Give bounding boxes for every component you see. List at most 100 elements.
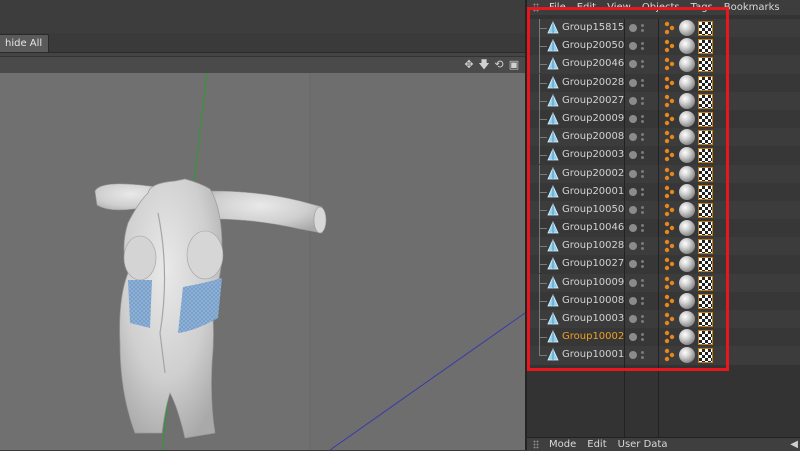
visibility-dots[interactable]: [629, 95, 645, 107]
vertex-map-tag-icon[interactable]: [663, 256, 677, 272]
editor-visibility-dot-icon[interactable]: [641, 242, 644, 246]
vertex-map-tag-icon[interactable]: [663, 75, 677, 91]
arrow-down-icon[interactable]: 🡇: [478, 58, 490, 71]
render-visibility-dot-icon[interactable]: [641, 156, 644, 160]
vertex-map-tag-icon[interactable]: [663, 147, 677, 163]
object-name[interactable]: Group20003: [562, 146, 624, 164]
material-tag-icon[interactable]: [679, 329, 695, 346]
menu-view[interactable]: View: [607, 0, 631, 15]
object-name[interactable]: Group20027: [562, 92, 624, 110]
visibility-dots[interactable]: [629, 331, 645, 343]
render-dot-icon[interactable]: [629, 187, 637, 196]
uvw-tag-icon[interactable]: [698, 75, 713, 91]
column-divider[interactable]: [658, 19, 659, 437]
vertex-map-tag-icon[interactable]: [663, 56, 677, 72]
visibility-dots[interactable]: [629, 40, 645, 52]
uvw-tag-icon[interactable]: [698, 148, 713, 164]
object-row[interactable]: Group20027: [527, 91, 800, 110]
material-tag-icon[interactable]: [679, 38, 695, 55]
render-dot-icon[interactable]: [629, 133, 637, 142]
editor-visibility-dot-icon[interactable]: [641, 78, 644, 82]
uvw-tag-icon[interactable]: [698, 93, 713, 109]
uvw-tag-icon[interactable]: [698, 130, 713, 146]
editor-visibility-dot-icon[interactable]: [641, 278, 644, 282]
editor-visibility-dot-icon[interactable]: [641, 205, 644, 209]
render-visibility-dot-icon[interactable]: [641, 83, 644, 87]
menu-user-data[interactable]: User Data: [618, 438, 668, 451]
material-tag-icon[interactable]: [679, 20, 695, 36]
object-name[interactable]: Group10003: [562, 310, 624, 328]
editor-visibility-dot-icon[interactable]: [641, 114, 644, 118]
visibility-dots[interactable]: [629, 313, 645, 325]
render-dot-icon[interactable]: [629, 242, 637, 251]
object-name[interactable]: Group20046: [562, 55, 624, 73]
editor-visibility-dot-icon[interactable]: [641, 296, 644, 300]
editor-visibility-dot-icon[interactable]: [641, 151, 644, 155]
vertex-map-tag-icon[interactable]: [663, 184, 677, 200]
object-row[interactable]: Group20050: [527, 37, 800, 56]
render-dot-icon[interactable]: [629, 24, 637, 32]
uvw-tag-icon[interactable]: [698, 111, 713, 127]
object-name[interactable]: Group20008: [562, 128, 624, 146]
object-name[interactable]: Group20002: [562, 165, 624, 183]
unhide-all-button[interactable]: hide All: [0, 34, 50, 54]
render-visibility-dot-icon[interactable]: [641, 65, 644, 69]
maximize-icon[interactable]: ▣: [508, 58, 520, 71]
uvw-tag-icon[interactable]: [698, 57, 713, 73]
editor-visibility-dot-icon[interactable]: [641, 333, 644, 337]
render-dot-icon[interactable]: [629, 278, 637, 287]
render-dot-icon[interactable]: [629, 296, 637, 305]
render-visibility-dot-icon[interactable]: [641, 47, 644, 51]
material-tag-icon[interactable]: [679, 129, 695, 146]
render-dot-icon[interactable]: [629, 151, 637, 160]
material-tag-icon[interactable]: [679, 220, 695, 237]
grip-icon[interactable]: [533, 440, 539, 449]
render-dot-icon[interactable]: [629, 96, 637, 105]
vertex-map-tag-icon[interactable]: [663, 129, 677, 145]
editor-visibility-dot-icon[interactable]: [641, 24, 644, 27]
object-row[interactable]: Group10002: [527, 328, 800, 347]
material-tag-icon[interactable]: [679, 347, 695, 364]
visibility-dots[interactable]: [629, 277, 645, 289]
render-visibility-dot-icon[interactable]: [641, 138, 644, 142]
material-tag-icon[interactable]: [679, 92, 695, 109]
object-row[interactable]: Group10027: [527, 255, 800, 274]
grip-icon[interactable]: [533, 3, 539, 12]
object-row[interactable]: Group20046: [527, 55, 800, 74]
visibility-dots[interactable]: [629, 204, 645, 216]
render-visibility-dot-icon[interactable]: [641, 229, 644, 233]
vertex-map-tag-icon[interactable]: [663, 38, 677, 54]
visibility-dots[interactable]: [629, 240, 645, 252]
object-name[interactable]: Group20028: [562, 74, 624, 92]
material-tag-icon[interactable]: [679, 274, 695, 291]
render-visibility-dot-icon[interactable]: [641, 265, 644, 269]
material-tag-icon[interactable]: [679, 110, 695, 127]
uvw-tag-icon[interactable]: [698, 202, 713, 218]
object-row[interactable]: Group10003: [527, 310, 800, 329]
object-name[interactable]: Group10027: [562, 255, 624, 273]
back-arrow-icon[interactable]: ◀: [790, 439, 798, 450]
uvw-tag-icon[interactable]: [698, 293, 713, 309]
render-dot-icon[interactable]: [629, 169, 637, 178]
rotate-icon[interactable]: ⟲: [493, 58, 505, 71]
menu-tags[interactable]: Tags: [691, 0, 713, 15]
object-name[interactable]: Group10002: [562, 328, 624, 346]
render-dot-icon[interactable]: [629, 260, 637, 269]
visibility-dots[interactable]: [629, 168, 645, 180]
vertex-map-tag-icon[interactable]: [663, 166, 677, 182]
vertex-map-tag-icon[interactable]: [663, 347, 677, 363]
visibility-dots[interactable]: [629, 149, 645, 161]
editor-visibility-dot-icon[interactable]: [641, 42, 644, 46]
material-tag-icon[interactable]: [679, 292, 695, 309]
render-visibility-dot-icon[interactable]: [641, 210, 644, 214]
editor-visibility-dot-icon[interactable]: [641, 351, 644, 355]
uvw-tag-icon[interactable]: [698, 312, 713, 327]
render-dot-icon[interactable]: [629, 42, 637, 51]
uvw-tag-icon[interactable]: [698, 221, 713, 237]
editor-visibility-dot-icon[interactable]: [641, 260, 644, 264]
object-row[interactable]: Group10001: [527, 346, 800, 365]
object-name[interactable]: Group15815: [562, 19, 624, 37]
object-name[interactable]: Group20009: [562, 110, 624, 128]
render-dot-icon[interactable]: [629, 78, 637, 87]
uvw-tag-icon[interactable]: [698, 348, 713, 364]
